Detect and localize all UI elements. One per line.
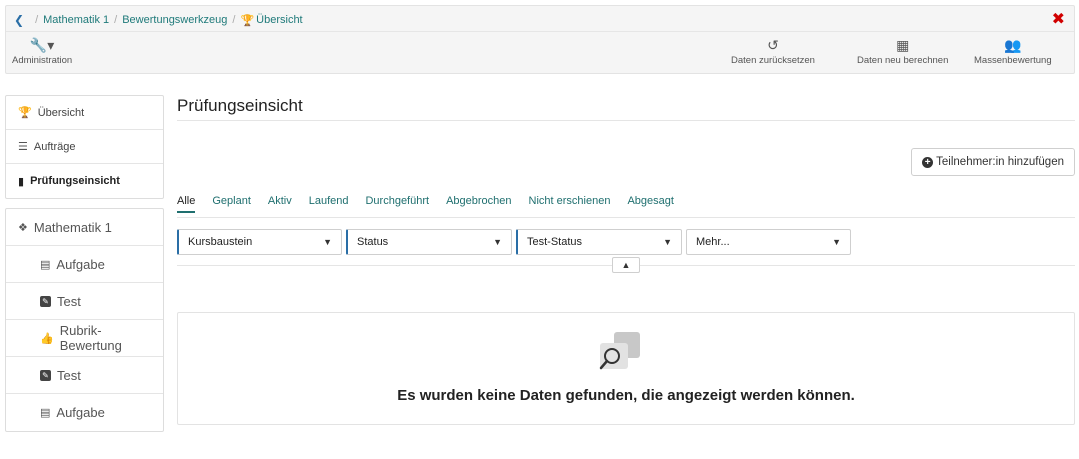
tabs-divider	[177, 217, 1075, 218]
mass-grading-button[interactable]: 👥 Massenbewertung	[974, 35, 1052, 66]
tree-item-test[interactable]: ✎ Test	[6, 357, 163, 394]
filter-more[interactable]: Mehr... ▼	[686, 229, 851, 255]
breadcrumb-item-tool[interactable]: Bewertungswerkzeug	[122, 14, 227, 26]
sidebar-item-assignments[interactable]: ☰ Aufträge	[6, 130, 163, 164]
tree-item-task[interactable]: ▤ Aufgabe	[6, 246, 163, 283]
recalculate-button[interactable]: ▦ Daten neu berechnen	[857, 35, 948, 66]
tab-running[interactable]: Laufend	[309, 195, 349, 213]
recalculate-label: Daten neu berechnen	[857, 55, 949, 66]
document-icon: ▮	[18, 175, 25, 188]
caret-down-icon: ▼	[323, 237, 332, 247]
tree-item-test[interactable]: ✎ Test	[6, 283, 163, 320]
calculator-icon: ▦	[896, 37, 910, 53]
task-icon: ▤	[40, 258, 51, 271]
cube-icon: ❖	[18, 221, 28, 234]
trophy-icon: 🏆	[240, 14, 255, 27]
chevron-left-icon[interactable]: ❮	[14, 13, 24, 27]
breadcrumb-separator: /	[35, 14, 39, 26]
breadcrumb: ❮ / Mathematik 1 / Bewertungswerkzeug / …	[14, 12, 303, 28]
title-divider	[177, 120, 1075, 121]
tab-cancelled[interactable]: Abgesagt	[627, 195, 673, 213]
breadcrumb-separator: /	[114, 14, 118, 26]
undo-icon: ↺	[767, 37, 779, 53]
add-participant-button[interactable]: + Teilnehmer:in hinzufügen	[911, 148, 1075, 176]
tree-item-course[interactable]: ❖ Mathematik 1	[6, 209, 163, 246]
page-title: Prüfungseinsicht	[177, 96, 303, 115]
close-icon[interactable]: ✖	[1052, 9, 1065, 29]
top-toolbar: ❮ / Mathematik 1 / Bewertungswerkzeug / …	[5, 5, 1075, 74]
status-tabs: Alle Geplant Aktiv Laufend Durchgeführt …	[177, 195, 691, 213]
tree-item-label: Aufgabe	[56, 256, 105, 272]
breadcrumb-item-course[interactable]: Mathematik 1	[43, 14, 109, 26]
filter-course-element[interactable]: Kursbaustein ▼	[177, 229, 342, 255]
test-icon: ✎	[40, 295, 51, 307]
filter-label: Status	[357, 236, 389, 248]
collapse-filters-button[interactable]: ▲	[612, 257, 640, 273]
caret-down-icon: ▼	[493, 237, 502, 247]
users-icon: 👥	[1004, 37, 1022, 53]
tree-item-label: Mathematik 1	[33, 219, 112, 235]
reset-data-label: Daten zurücksetzen	[731, 55, 815, 66]
tab-planned[interactable]: Geplant	[212, 195, 251, 213]
caret-down-icon: ▼	[832, 237, 841, 247]
tree-item-label: Aufgabe	[56, 405, 105, 420]
sidebar-item-label: Prüfungseinsicht	[30, 175, 120, 187]
toolbar-divider	[6, 31, 1074, 32]
tree-item-label: Test	[57, 367, 81, 383]
chevron-up-icon: ▲	[621, 260, 631, 270]
tab-all[interactable]: Alle	[177, 195, 196, 213]
empty-state: Es wurden keine Daten gefunden, die ange…	[177, 312, 1075, 425]
administration-menu[interactable]: 🔧▾ Administration	[12, 35, 72, 66]
add-participant-label: Teilnehmer:in hinzufügen	[936, 156, 1064, 168]
trophy-icon: 🏆	[18, 107, 32, 119]
tree-item-label: Rubrik-Bewertung	[59, 323, 122, 353]
tree-item-task[interactable]: ▤ Aufgabe	[6, 394, 163, 431]
thumbs-up-icon: 👍	[40, 332, 54, 345]
list-icon: ☰	[18, 141, 28, 153]
filter-label: Kursbaustein	[188, 236, 253, 248]
task-icon: ▤	[40, 407, 51, 419]
mass-grading-label: Massenbewertung	[974, 55, 1052, 66]
filter-status[interactable]: Status ▼	[346, 229, 512, 255]
sidebar-item-overview[interactable]: 🏆 Übersicht	[6, 96, 163, 130]
tree-item-rubric[interactable]: 👍 Rubrik-Bewertung	[6, 320, 163, 357]
filter-label: Test-Status	[527, 236, 583, 248]
breadcrumb-item-current[interactable]: Übersicht	[256, 14, 302, 26]
sidebar-item-label: Übersicht	[37, 106, 85, 119]
tab-completed[interactable]: Durchgeführt	[365, 195, 429, 213]
wrench-icon: 🔧▾	[29, 37, 55, 53]
sidebar-navigation: 🏆 Übersicht ☰ Aufträge ▮ Prüfungseinsich…	[5, 95, 164, 199]
reset-data-button[interactable]: ↺ Daten zurücksetzen	[731, 35, 815, 66]
no-results-icon	[599, 332, 640, 370]
tab-aborted[interactable]: Abgebrochen	[446, 195, 511, 213]
filter-label: Mehr...	[696, 236, 730, 248]
sidebar-item-label: Aufträge	[33, 140, 76, 153]
plus-circle-icon: +	[922, 156, 934, 168]
course-tree: ❖ Mathematik 1 ▤ Aufgabe ✎ Test 👍 Rubrik…	[5, 208, 164, 432]
empty-message: Es wurden keine Daten gefunden, die ange…	[397, 387, 855, 404]
sidebar-item-exam-review[interactable]: ▮ Prüfungseinsicht	[6, 164, 163, 198]
administration-label: Administration	[12, 55, 73, 66]
tab-active[interactable]: Aktiv	[268, 195, 292, 213]
breadcrumb-separator: /	[232, 14, 236, 26]
filter-test-status[interactable]: Test-Status ▼	[516, 229, 682, 255]
tab-no-show[interactable]: Nicht erschienen	[529, 195, 611, 213]
test-icon: ✎	[40, 369, 51, 381]
tree-item-label: Test	[57, 293, 81, 309]
caret-down-icon: ▼	[663, 237, 672, 247]
